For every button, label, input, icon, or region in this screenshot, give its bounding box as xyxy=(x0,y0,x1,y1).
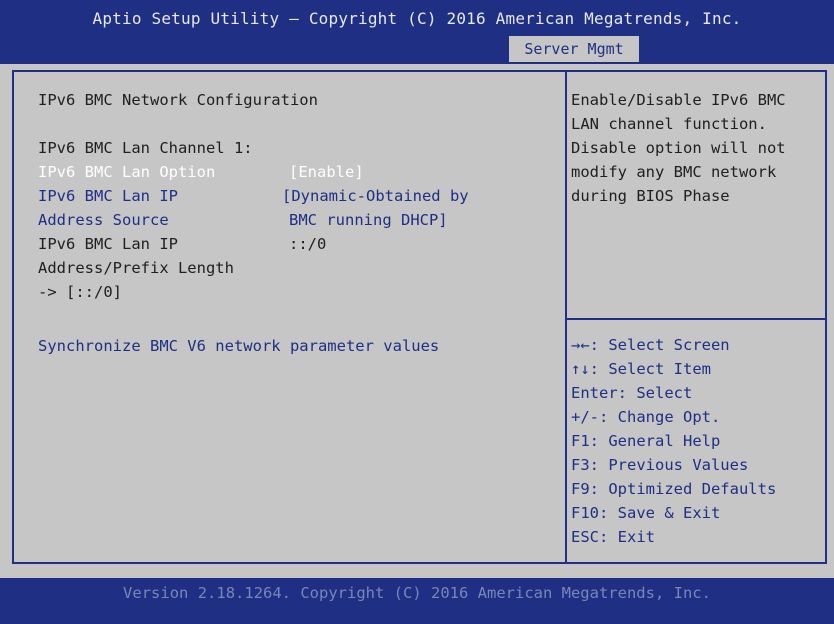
lan-ip-source-value-2[interactable]: BMC running DHCP] xyxy=(289,208,448,232)
lan-option-value[interactable]: [Enable] xyxy=(289,160,364,184)
lan-ip-source-value[interactable]: [Dynamic-Obtained by xyxy=(282,184,469,208)
key-hint-previous-values: F3: Previous Values xyxy=(571,456,749,474)
key-hint-esc-exit: ESC: Exit xyxy=(571,528,655,546)
lan-ip-address-value: ::/0 xyxy=(289,235,327,253)
lan-ip-address-label: IPv6 BMC Lan IP xyxy=(38,235,178,253)
tab-server-mgmt[interactable]: Server Mgmt xyxy=(509,36,639,62)
panel-divider-vertical xyxy=(565,71,567,563)
app-title: Aptio Setup Utility – Copyright (C) 2016… xyxy=(92,9,742,28)
help-line: LAN channel function. xyxy=(571,115,767,133)
key-hint-select-screen: →←: Select Screen xyxy=(571,336,730,354)
lan-ip-source-label-2[interactable]: Address Source xyxy=(38,208,169,232)
key-hint-enter: Enter: Select xyxy=(571,384,693,402)
lan-ip-source-label[interactable]: IPv6 BMC Lan IP xyxy=(38,184,178,208)
help-divider-horizontal xyxy=(567,318,826,320)
key-hint-select-item: ↑↓: Select Item xyxy=(571,360,711,378)
key-hint-optimized-defaults: F9: Optimized Defaults xyxy=(571,480,777,498)
key-hint-change-opt: +/-: Change Opt. xyxy=(571,408,721,426)
sync-network-params-item[interactable]: Synchronize BMC V6 network parameter val… xyxy=(38,334,439,358)
help-line: Disable option will not xyxy=(571,139,786,157)
key-hint-general-help: F1: General Help xyxy=(571,432,721,450)
key-hint-save-exit: F10: Save & Exit xyxy=(571,504,721,522)
lan-ip-address-label-3: -> [::/0] xyxy=(38,283,122,301)
lan-option-label[interactable]: IPv6 BMC Lan Option xyxy=(38,160,215,184)
channel-label: IPv6 BMC Lan Channel 1: xyxy=(38,139,253,157)
help-line: Enable/Disable IPv6 BMC xyxy=(571,91,786,109)
help-line: modify any BMC network xyxy=(571,163,777,181)
footer-version: Version 2.18.1264. Copyright (C) 2016 Am… xyxy=(123,584,711,602)
help-line: during BIOS Phase xyxy=(571,187,730,205)
lan-ip-address-label-2: Address/Prefix Length xyxy=(38,259,234,277)
section-title: IPv6 BMC Network Configuration xyxy=(38,91,318,109)
